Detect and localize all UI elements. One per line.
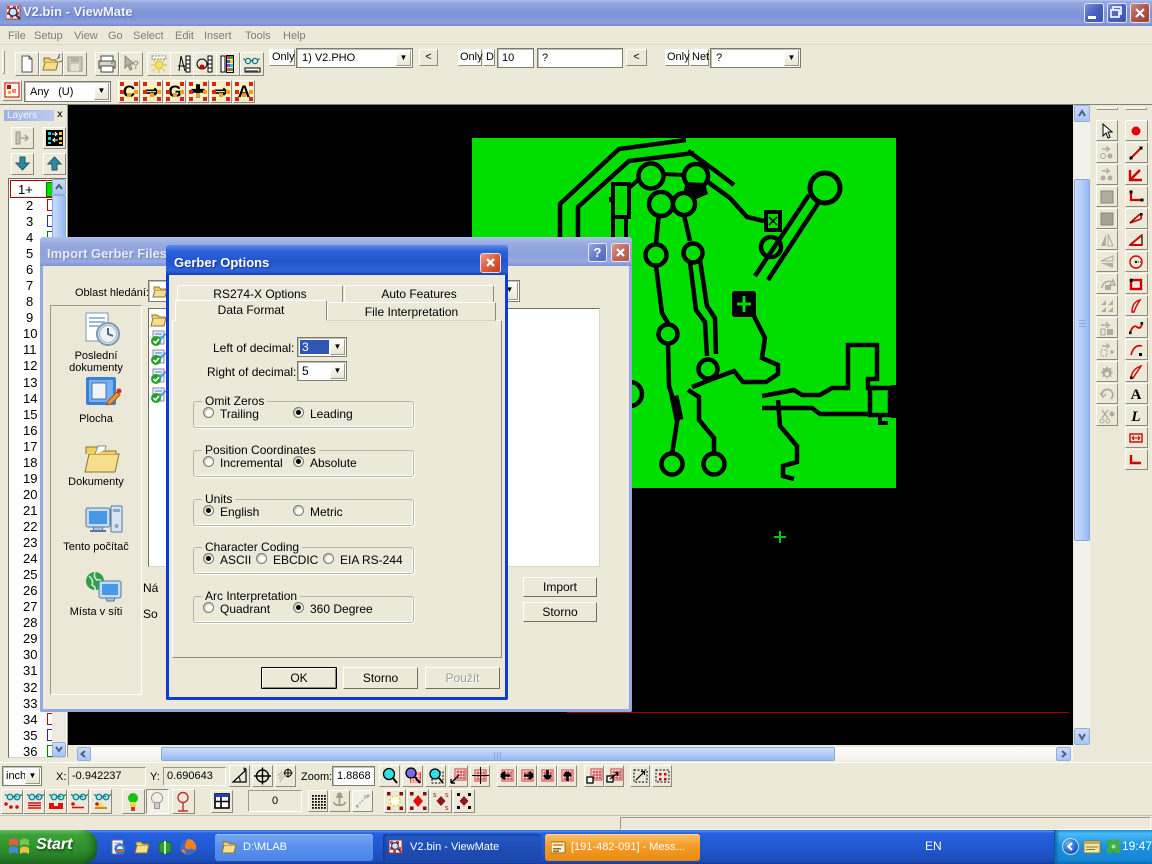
svg-text:s: s: [433, 792, 437, 799]
svg-text:?: ?: [132, 58, 139, 72]
svg-text:L: L: [1130, 409, 1140, 425]
svg-text:s: s: [445, 805, 449, 812]
svg-text:s: s: [445, 792, 449, 799]
svg-text:A: A: [1131, 387, 1142, 403]
